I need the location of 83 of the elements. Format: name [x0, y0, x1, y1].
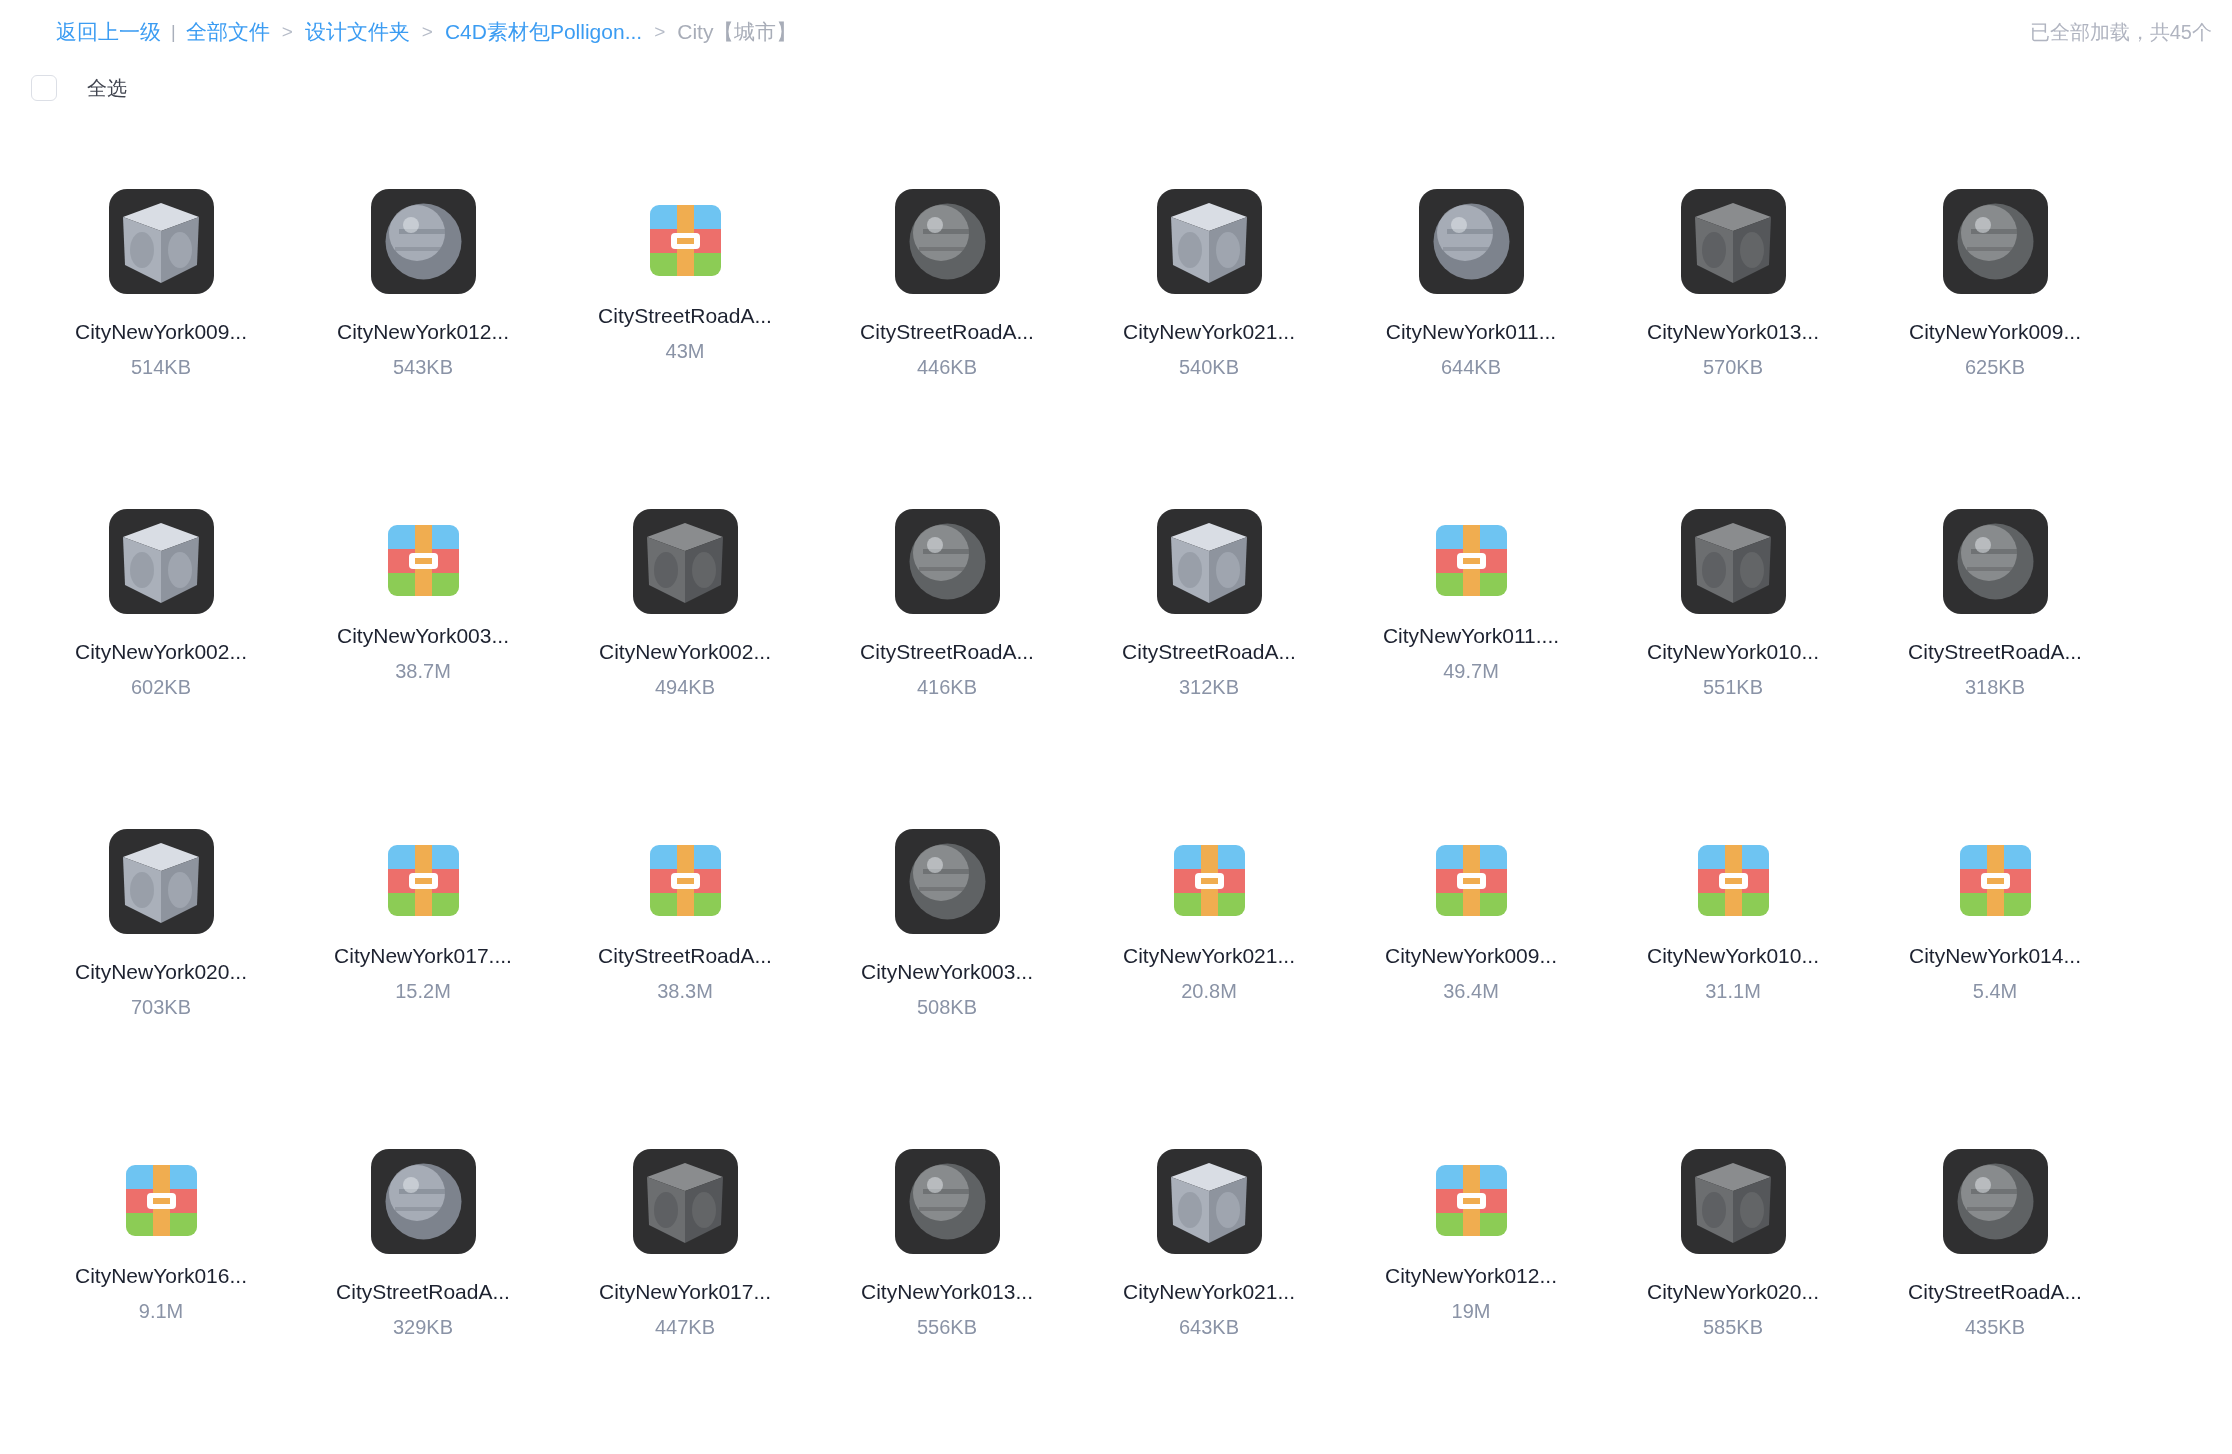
file-name[interactable]: CityNewYork003... [861, 960, 1033, 984]
file-name[interactable]: CityStreetRoadA... [1908, 640, 2082, 664]
archive-icon [387, 845, 459, 916]
file-name[interactable]: CityStreetRoadA... [1908, 1280, 2082, 1304]
file-size: 15.2M [395, 980, 451, 1003]
file-size: 5.4M [1972, 980, 2018, 1003]
file-name[interactable]: CityNewYork016... [75, 1264, 247, 1288]
file-size: 585KB [1702, 1316, 1764, 1339]
file-size: 703KB [130, 996, 192, 1019]
file-name[interactable]: CityNewYork021... [1123, 320, 1295, 344]
file-size: 643KB [1178, 1316, 1240, 1339]
archive-icon [1435, 845, 1507, 916]
file-name[interactable]: CityNewYork020... [75, 960, 247, 984]
file-size: 318KB [1964, 676, 2026, 699]
archive-icon [649, 205, 721, 276]
file-size: 329KB [392, 1316, 454, 1339]
file-size: 551KB [1702, 676, 1764, 699]
file-size: 514KB [130, 356, 192, 379]
archive-icon [125, 1165, 197, 1236]
file-name[interactable]: CityNewYork020... [1647, 1280, 1819, 1304]
file-name[interactable]: CityNewYork013... [1647, 320, 1819, 344]
archive-icon [1173, 845, 1245, 916]
file-size: 494KB [654, 676, 716, 699]
archive-icon [649, 845, 721, 916]
file-name[interactable]: CityNewYork009... [1909, 320, 2081, 344]
archive-icon [387, 525, 459, 596]
breadcrumb-current: City【城市】 [677, 19, 798, 45]
file-name[interactable]: CityStreetRoadA... [336, 1280, 510, 1304]
file-name[interactable]: CityNewYork010... [1647, 944, 1819, 968]
file-size: 9.1M [138, 1300, 184, 1323]
file-name[interactable]: CityNewYork013... [861, 1280, 1033, 1304]
file-name[interactable]: CityNewYork012... [1385, 1264, 1557, 1288]
file-name[interactable]: CityNewYork011.... [1382, 624, 1560, 648]
file-size: 36.4M [1443, 980, 1499, 1003]
file-name[interactable]: CityNewYork012... [337, 320, 509, 344]
file-size: 38.3M [657, 980, 713, 1003]
file-size: 644KB [1440, 356, 1502, 379]
file-size: 312KB [1178, 676, 1240, 699]
load-status: 已全部加载，共45个 [2029, 20, 2212, 43]
file-size: 38.7M [395, 660, 451, 683]
archive-icon [1435, 1165, 1507, 1236]
file-size: 540KB [1178, 356, 1240, 379]
file-name[interactable]: CityNewYork021... [1123, 1280, 1295, 1304]
archive-icon [1959, 845, 2031, 916]
breadcrumb-divider: | [171, 21, 176, 43]
file-name[interactable]: CityNewYork011... [1385, 320, 1557, 344]
file-size: 435KB [1964, 1316, 2026, 1339]
file-name[interactable]: CityNewYork009... [75, 320, 247, 344]
file-name[interactable]: CityNewYork010... [1647, 640, 1819, 664]
file-size: 446KB [916, 356, 978, 379]
file-size: 416KB [916, 676, 978, 699]
file-name[interactable]: CityNewYork002... [599, 640, 771, 664]
file-size: 49.7M [1443, 660, 1499, 683]
archive-icon [1435, 525, 1507, 596]
file-name[interactable]: CityStreetRoadA... [1122, 640, 1296, 664]
breadcrumb-separator: > [281, 21, 293, 43]
file-size: 625KB [1964, 356, 2026, 379]
file-size: 43M [665, 340, 705, 363]
file-size: 20.8M [1181, 980, 1237, 1003]
file-name[interactable]: CityNewYork009... [1385, 944, 1557, 968]
file-name[interactable]: CityStreetRoadA... [860, 640, 1034, 664]
select-all-label: 全选 [87, 75, 127, 101]
file-size: 447KB [654, 1316, 716, 1339]
file-name[interactable]: CityStreetRoadA... [598, 944, 772, 968]
archive-icon [1697, 845, 1769, 916]
file-name[interactable]: CityStreetRoadA... [860, 320, 1034, 344]
breadcrumb-separator: > [421, 21, 433, 43]
file-size: 602KB [130, 676, 192, 699]
select-all-checkbox[interactable] [31, 75, 57, 101]
file-size: 543KB [392, 356, 454, 379]
file-name[interactable]: CityNewYork014... [1909, 944, 2081, 968]
file-name[interactable]: CityStreetRoadA... [598, 304, 772, 328]
file-size: 31.1M [1705, 980, 1761, 1003]
file-name[interactable]: CityNewYork021... [1123, 944, 1295, 968]
file-size: 570KB [1702, 356, 1764, 379]
breadcrumb-separator: > [654, 21, 666, 43]
file-size: 508KB [916, 996, 978, 1019]
file-name[interactable]: CityNewYork017.... [334, 944, 512, 968]
file-name[interactable]: CityNewYork017... [599, 1280, 771, 1304]
file-name[interactable]: CityNewYork003... [337, 624, 509, 648]
file-name[interactable]: CityNewYork002... [75, 640, 247, 664]
file-size: 19M [1451, 1300, 1491, 1323]
file-size: 556KB [916, 1316, 978, 1339]
